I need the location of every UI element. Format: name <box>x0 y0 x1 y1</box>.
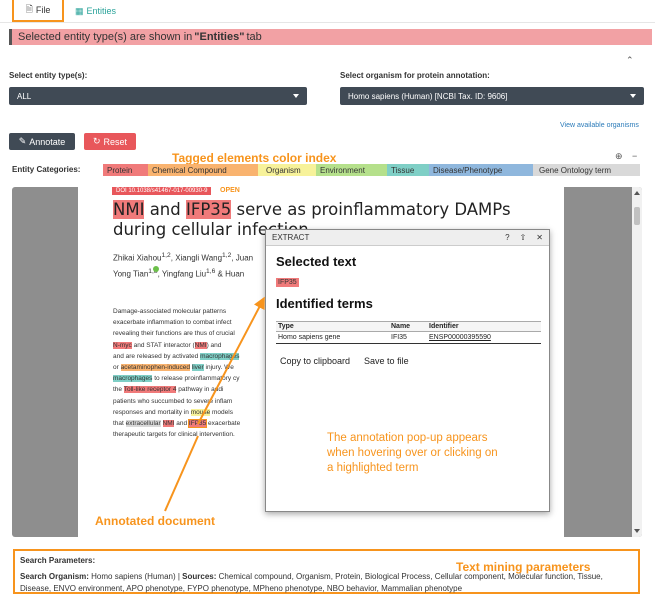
callout-text-mining: Text mining parameters <box>456 560 591 574</box>
annotation-arrows <box>164 296 265 512</box>
arrow-line <box>164 435 199 512</box>
arrow-line <box>197 296 265 425</box>
organism-value: Homo sapiens (Human) <box>91 572 176 581</box>
organism-label: Search Organism: <box>20 572 89 581</box>
callout-annotated-document: Annotated document <box>95 514 215 528</box>
sources-label: Sources: <box>182 572 217 581</box>
params-heading: Search Parameters: <box>20 556 96 565</box>
